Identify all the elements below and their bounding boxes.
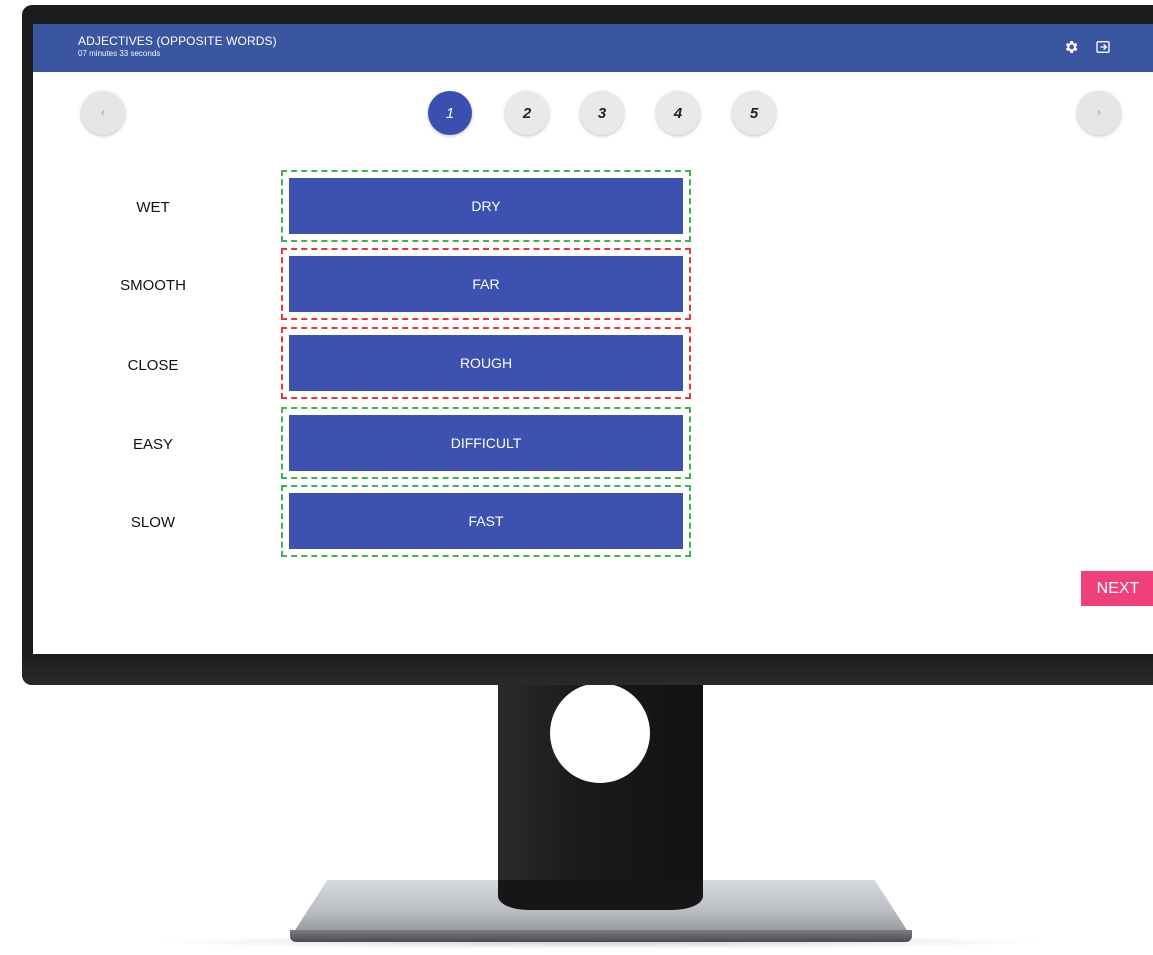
- monitor-bezel-bottom: [22, 654, 1153, 685]
- next-button[interactable]: NEXT: [1081, 571, 1153, 606]
- app-header: ADJECTIVES (OPPOSITE WORDS) 07 minutes 3…: [33, 24, 1153, 72]
- page-button-4[interactable]: 4: [656, 91, 700, 135]
- page-number: 5: [749, 104, 759, 122]
- answer-slot-wrong[interactable]: ROUGH: [281, 327, 691, 399]
- answer-slot-wrong[interactable]: FAR: [281, 248, 691, 320]
- elapsed-timer: 07 minutes 33 seconds: [78, 49, 161, 58]
- monitor-stand-cable-hole: [550, 683, 650, 783]
- answer-card[interactable]: FAST: [289, 493, 683, 549]
- answer-card[interactable]: FAR: [289, 256, 683, 312]
- answer-slot-correct[interactable]: DRY: [281, 170, 691, 242]
- page-button-1[interactable]: 1: [428, 91, 472, 135]
- exit-icon: [1096, 41, 1110, 53]
- page-number: 1: [445, 104, 455, 122]
- page-number: 4: [673, 104, 683, 122]
- source-word: SLOW: [130, 514, 176, 531]
- answer-slot-correct[interactable]: DIFFICULT: [281, 407, 691, 479]
- chevron-right-icon: ›: [1097, 107, 1101, 119]
- monitor-screen: ADJECTIVES (OPPOSITE WORDS) 07 minutes 3…: [33, 24, 1153, 654]
- settings-button[interactable]: [1061, 37, 1081, 57]
- page-number: 3: [597, 104, 607, 122]
- previous-page-button[interactable]: ‹: [81, 91, 125, 135]
- source-word: SMOOTH: [120, 277, 186, 294]
- gear-icon: [1065, 41, 1078, 53]
- source-word: CLOSE: [127, 357, 179, 374]
- exit-button[interactable]: [1093, 37, 1113, 57]
- page-button-3[interactable]: 3: [580, 91, 624, 135]
- monitor-stand-base-edge: [290, 930, 912, 942]
- chevron-left-icon: ‹: [101, 107, 105, 119]
- answer-slot-correct[interactable]: FAST: [281, 485, 691, 557]
- source-word: EASY: [132, 436, 174, 453]
- answer-card[interactable]: DIFFICULT: [289, 415, 683, 471]
- exercise-title: ADJECTIVES (OPPOSITE WORDS): [78, 34, 277, 48]
- monitor-stand-foot: [498, 880, 703, 910]
- monitor-mockup: ADJECTIVES (OPPOSITE WORDS) 07 minutes 3…: [0, 0, 1153, 955]
- page-button-5[interactable]: 5: [732, 91, 776, 135]
- next-page-button[interactable]: ›: [1077, 91, 1121, 135]
- source-word: WET: [136, 199, 170, 216]
- answer-card[interactable]: ROUGH: [289, 335, 683, 391]
- page-number: 2: [522, 104, 532, 122]
- answer-card[interactable]: DRY: [289, 178, 683, 234]
- page-button-2[interactable]: 2: [505, 91, 549, 135]
